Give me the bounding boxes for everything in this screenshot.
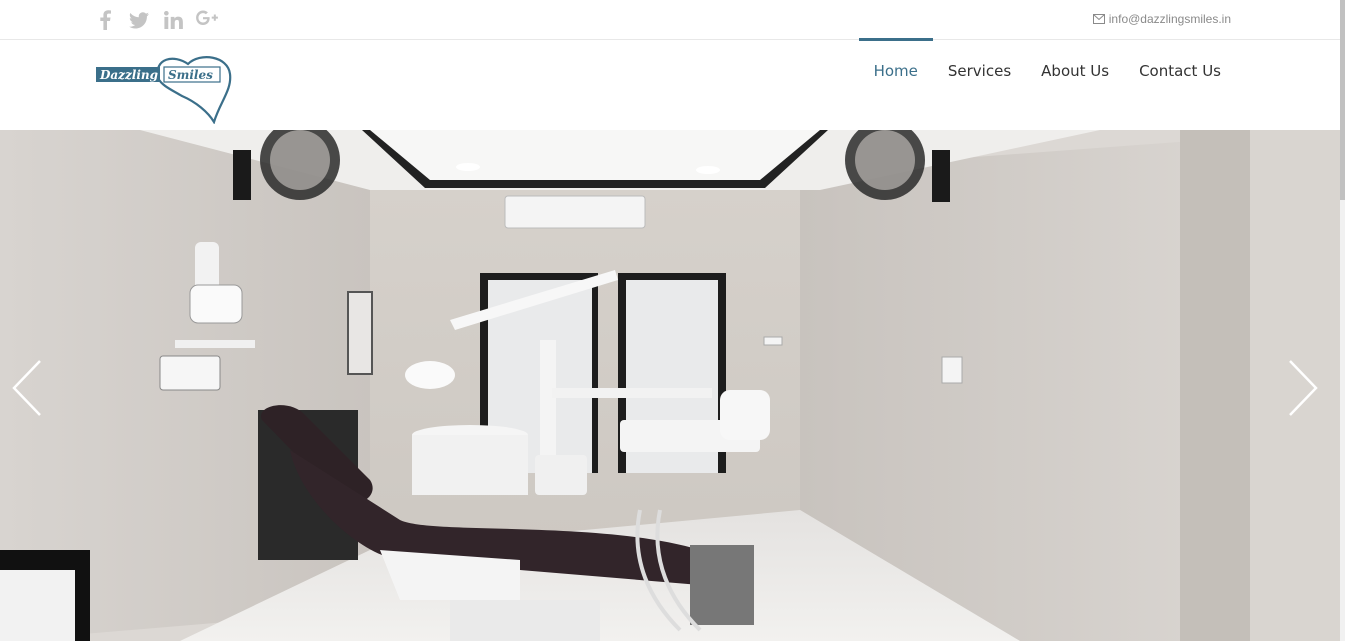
logo[interactable]: Dazzling Smiles (96, 50, 236, 125)
slider-prev-button[interactable] (10, 358, 44, 418)
chevron-right-icon (1289, 360, 1318, 416)
slider-next-button[interactable] (1286, 358, 1320, 418)
linkedin-icon[interactable] (162, 8, 184, 32)
logo-word-2: Smiles (168, 68, 213, 82)
top-bar: info@dazzlingsmiles.in (0, 0, 1340, 40)
google-plus-icon[interactable] (196, 8, 218, 32)
chevron-left-icon (12, 360, 41, 416)
envelope-icon (1092, 14, 1105, 24)
email-contact[interactable]: info@dazzlingsmiles.in (1092, 12, 1231, 26)
dental-clinic-photo (0, 130, 1340, 641)
header: Dazzling Smiles Home Services About Us C… (0, 38, 1340, 130)
nav-about-us[interactable]: About Us (1026, 38, 1124, 98)
hero-slider (0, 130, 1340, 641)
logo-word-1: Dazzling (99, 68, 158, 82)
twitter-icon[interactable] (128, 8, 150, 32)
nav-contact-us[interactable]: Contact Us (1124, 38, 1236, 98)
nav-home[interactable]: Home (858, 38, 933, 98)
scrollbar-thumb[interactable] (1340, 0, 1345, 200)
email-text[interactable]: info@dazzlingsmiles.in (1109, 12, 1231, 26)
main-nav: Home Services About Us Contact Us (858, 38, 1236, 100)
nav-services[interactable]: Services (933, 38, 1026, 98)
social-links (94, 8, 218, 32)
facebook-icon[interactable] (94, 8, 116, 32)
page-scrollbar[interactable] (1340, 0, 1345, 641)
